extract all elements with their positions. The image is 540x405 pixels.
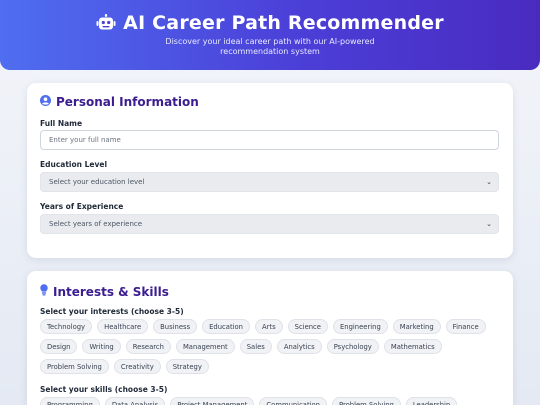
years-of-experience-label: Years of Experience (40, 202, 124, 211)
interest-tag[interactable]: Strategy (165, 359, 209, 374)
interest-tag[interactable]: Psychology (326, 339, 379, 354)
interest-tag[interactable]: Marketing (392, 319, 441, 334)
interest-tag[interactable]: Science (287, 319, 328, 334)
interests-tag-list: Technology Healthcare Business Education Art… (40, 319, 500, 374)
skill-tag[interactable]: Leadership (405, 397, 458, 405)
interest-tag[interactable]: Healthcare (97, 319, 149, 334)
interest-tag[interactable]: Arts (254, 319, 283, 334)
page-subtitle: Discover your ideal career path with our… (165, 37, 375, 56)
skills-tag-list: Programming Data Analysis Project Manageme… (40, 397, 500, 405)
interest-tag[interactable]: Research (125, 339, 171, 354)
interest-tag[interactable]: Writing (82, 339, 121, 354)
interest-tag[interactable]: Design (40, 339, 78, 354)
lightbulb-icon (40, 284, 48, 299)
full-name-label: Full Name (40, 119, 83, 128)
section-title: Interests & Skills (53, 284, 169, 299)
chevron-down-icon: ⌄ (486, 178, 492, 186)
interest-tag[interactable]: Creativity (113, 359, 161, 374)
education-level-value: Select your education level (49, 178, 145, 186)
app-header: AI Career Path Recommender Discover your… (0, 0, 540, 70)
interest-tag[interactable]: Sales (239, 339, 272, 354)
years-of-experience-select[interactable]: Select years of experience ⌄ (40, 214, 499, 234)
personal-information-card: Personal Information Full Name Enter you… (27, 83, 513, 258)
skill-tag[interactable]: Programming (40, 397, 100, 405)
skills-label: Select your skills (choose 3-5) (40, 385, 168, 394)
interests-skills-card: Interests & Skills Select your interests… (27, 271, 513, 405)
chevron-down-icon: ⌄ (486, 220, 492, 228)
full-name-input[interactable]: Enter your full name (40, 130, 499, 150)
interest-tag[interactable]: Analytics (276, 339, 322, 354)
personal-information-heading: Personal Information (40, 95, 199, 109)
years-of-experience-value: Select years of experience (49, 220, 143, 228)
robot-icon (96, 14, 116, 32)
page-title: AI Career Path Recommender (123, 12, 444, 34)
skill-tag[interactable]: Project Management (170, 397, 255, 405)
interests-label: Select your interests (choose 3-5) (40, 307, 184, 316)
interests-skills-heading: Interests & Skills (40, 284, 169, 299)
interest-tag[interactable]: Business (153, 319, 198, 334)
interest-tag[interactable]: Education (202, 319, 250, 334)
interest-tag[interactable]: Mathematics (383, 339, 442, 354)
skill-tag[interactable]: Communication (259, 397, 327, 405)
interest-tag[interactable]: Technology (40, 319, 93, 334)
education-level-select[interactable]: Select your education level ⌄ (40, 172, 499, 192)
interest-tag[interactable]: Engineering (332, 319, 388, 334)
user-circle-icon (40, 95, 51, 109)
skill-tag[interactable]: Problem Solving (332, 397, 401, 405)
interest-tag[interactable]: Problem Solving (40, 359, 109, 374)
education-level-label: Education Level (40, 160, 108, 169)
interest-tag[interactable]: Management (175, 339, 235, 354)
section-title: Personal Information (56, 95, 199, 109)
skill-tag[interactable]: Data Analysis (104, 397, 166, 405)
interest-tag[interactable]: Finance (445, 319, 486, 334)
